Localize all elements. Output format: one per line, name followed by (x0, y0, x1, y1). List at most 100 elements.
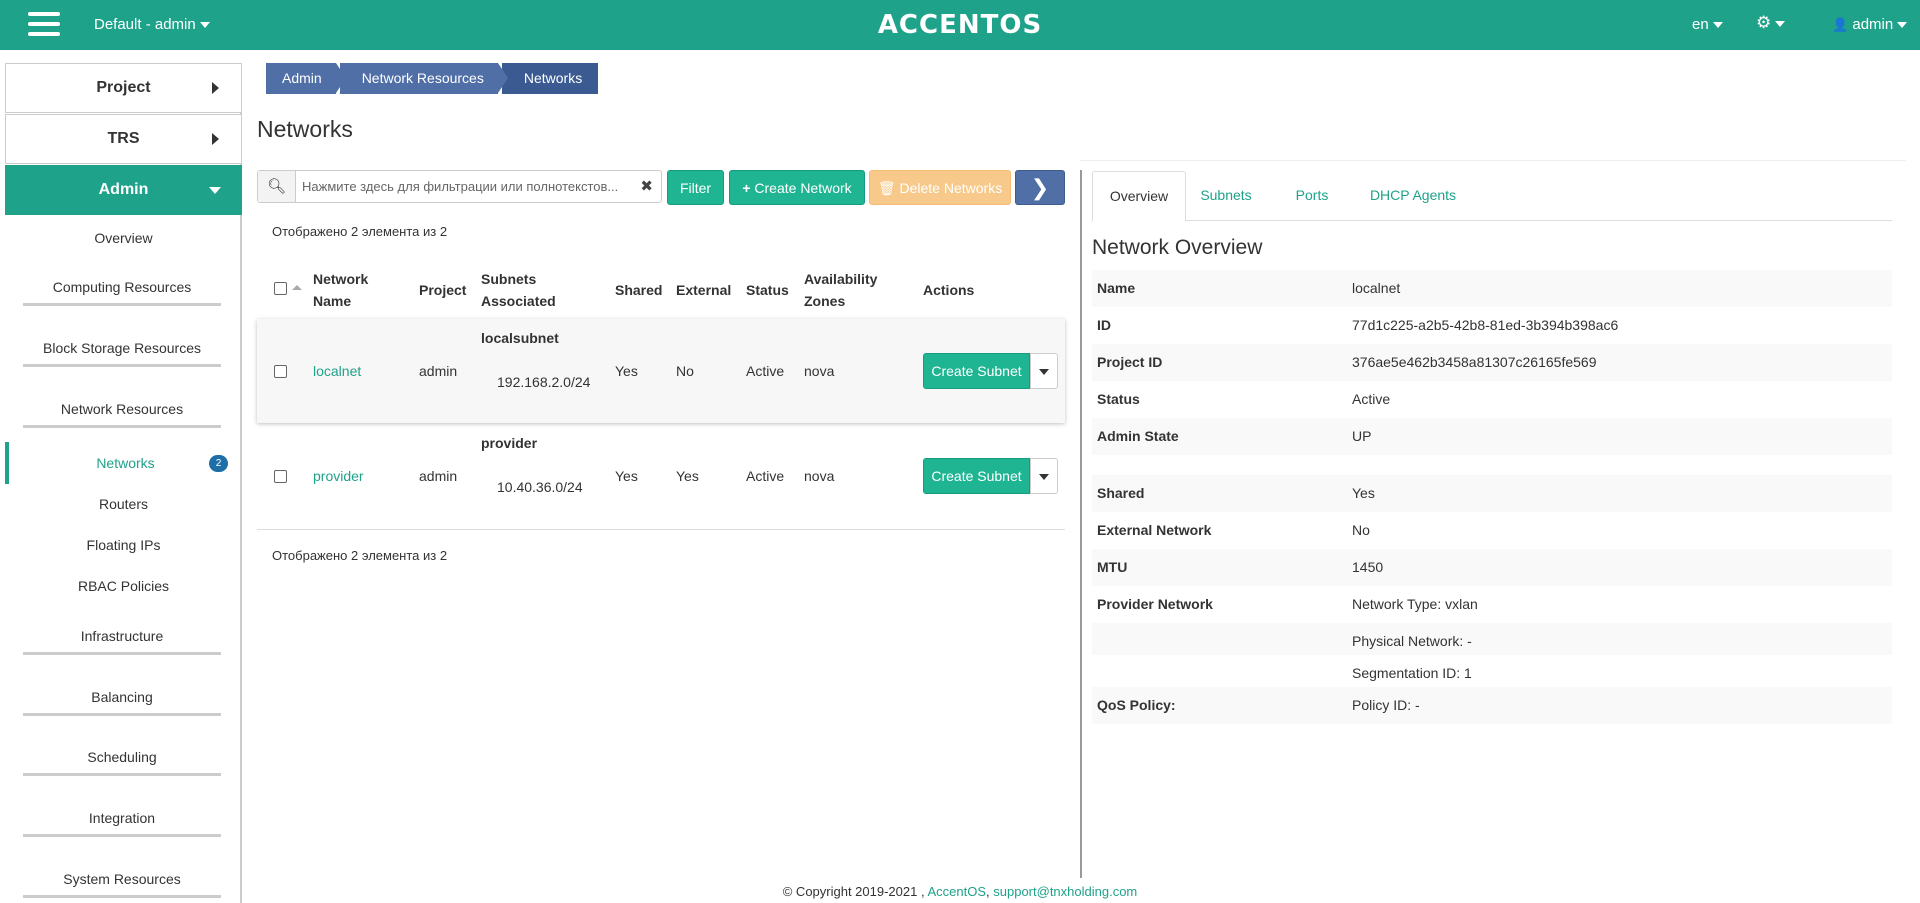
detail-key: External Network (1097, 522, 1212, 538)
plus-icon: + (742, 180, 751, 196)
top-navbar: Default - admin ACCENTOS en ⚙ 👤 admin (0, 0, 1920, 50)
breadcrumb: Admin Network Resources Networks (266, 63, 602, 94)
create-network-label: Create Network (754, 180, 852, 196)
project-cell: admin (419, 468, 458, 484)
column-header-project[interactable]: Project (419, 279, 466, 301)
tab-ports[interactable]: Ports (1288, 171, 1336, 221)
sidebar-section-trs[interactable]: TRS (5, 114, 242, 164)
column-header-subnets[interactable]: Subnets Associated (481, 268, 556, 312)
project-cell: admin (419, 363, 458, 379)
sidebar-item-block-storage[interactable]: Block Storage Resources (23, 340, 221, 367)
sidebar-item-label: Networks (96, 455, 155, 471)
create-subnet-button[interactable]: Create Subnet (923, 458, 1030, 494)
column-header-status[interactable]: Status (746, 279, 789, 301)
detail-row: Project ID 376ae5e462b3458a81307c26165fe5… (1092, 344, 1892, 381)
sidebar-section-project[interactable]: Project (5, 63, 242, 113)
table-row: localnet admin localsubnet 192.168.2.0/2… (257, 319, 1065, 423)
detail-value: Segmentation ID: 1 (1352, 665, 1472, 681)
menu-toggle-icon[interactable] (28, 12, 60, 38)
detail-row: ID 77d1c225-a2b5-42b8-81ed-3b394b398ac6 (1092, 307, 1892, 344)
item-count-bottom: Отображено 2 элемента из 2 (272, 548, 448, 563)
chevron-right-icon (212, 133, 219, 145)
detail-key: Name (1097, 280, 1136, 296)
sidebar-item-infrastructure[interactable]: Infrastructure (23, 628, 221, 655)
search-input[interactable] (302, 176, 627, 197)
create-network-button[interactable]: + Create Network (729, 170, 865, 205)
detail-key: Provider Network (1097, 596, 1213, 612)
chevron-down-icon (1775, 20, 1786, 27)
detail-value: Active (1352, 391, 1391, 407)
tab-subnets[interactable]: Subnets (1192, 171, 1260, 221)
detail-value: Policy ID: - (1352, 697, 1420, 713)
sidebar-item-networks[interactable]: Networks 2 (5, 442, 242, 484)
brand-link[interactable]: AccentOS (927, 884, 986, 899)
project-selector[interactable]: Default - admin (94, 16, 210, 33)
detail-row: Provider Network Network Type: vxlan (1092, 586, 1892, 623)
delete-networks-label: Delete Networks (899, 180, 1003, 196)
detail-value: UP (1352, 428, 1372, 444)
sidebar-item-network-resources[interactable]: Network Resources (23, 401, 221, 428)
chevron-right-icon: ❯ (1030, 175, 1050, 200)
row-checkbox[interactable] (274, 365, 287, 378)
breadcrumb-networks[interactable]: Networks (501, 63, 599, 94)
more-actions-dropdown[interactable] (1030, 458, 1058, 494)
detail-key: QoS Policy: (1097, 697, 1176, 713)
subnet-name: localsubnet (481, 330, 559, 346)
search-icon[interactable]: 🔍︎ (258, 171, 296, 202)
column-header-network-name[interactable]: Network Name (313, 268, 368, 312)
subnet-cidr: 10.40.36.0/24 (497, 479, 583, 495)
sidebar-item-balancing[interactable]: Balancing (23, 689, 221, 716)
breadcrumb-network-resources[interactable]: Network Resources (339, 63, 509, 94)
az-cell: nova (804, 363, 835, 379)
header-line: Zones (804, 293, 846, 309)
column-header-external[interactable]: External (676, 279, 731, 301)
detail-value: Yes (1352, 485, 1375, 501)
subnet-name: provider (481, 435, 538, 451)
sidebar-section-label: Project (96, 79, 151, 96)
filter-button[interactable]: Filter (667, 170, 724, 205)
sidebar-item-routers[interactable]: Routers (5, 496, 242, 512)
column-header-shared[interactable]: Shared (615, 279, 662, 301)
row-checkbox[interactable] (274, 470, 287, 483)
sidebar-section-label: TRS (107, 130, 140, 147)
tab-dhcp-agents[interactable]: DHCP Agents (1363, 171, 1463, 221)
clear-icon[interactable]: ✖ (640, 177, 653, 195)
detail-key: MTU (1097, 559, 1128, 575)
item-count: Отображено 2 элемента из 2 (272, 224, 448, 239)
detail-key: Project ID (1097, 354, 1163, 370)
breadcrumb-admin[interactable]: Admin (266, 63, 346, 94)
select-all-checkbox[interactable] (274, 282, 287, 295)
count-badge: 2 (209, 455, 228, 472)
sidebar-item-overview[interactable]: Overview (5, 230, 242, 246)
sidebar-item-integration[interactable]: Integration (23, 810, 221, 837)
sidebar-item-floating-ips[interactable]: Floating IPs (5, 537, 242, 553)
next-arrow-button[interactable]: ❯ (1015, 170, 1065, 205)
sort-icon[interactable] (292, 285, 302, 290)
settings-menu[interactable]: ⚙ (1756, 13, 1786, 33)
delete-networks-button[interactable]: 🗑 Delete Networks (869, 170, 1011, 205)
support-email-link[interactable]: support@tnxholding.com (993, 884, 1137, 899)
chevron-down-icon (199, 22, 210, 29)
create-subnet-button[interactable]: Create Subnet (923, 353, 1030, 389)
more-actions-dropdown[interactable] (1030, 353, 1058, 389)
trash-icon: 🗑 (877, 180, 896, 196)
network-name-link[interactable]: provider (313, 468, 364, 484)
detail-row: Shared Yes (1092, 475, 1892, 512)
search-box: 🔍︎ ✖ (257, 170, 662, 203)
network-name-link[interactable]: localnet (313, 363, 361, 379)
tab-overview[interactable]: Overview (1092, 171, 1186, 222)
detail-row: External Network No (1092, 512, 1892, 549)
detail-key: Status (1097, 391, 1140, 407)
header-line: Name (313, 293, 352, 309)
sidebar-item-rbac-policies[interactable]: RBAC Policies (5, 578, 242, 594)
sidebar-section-admin[interactable]: Admin (5, 165, 242, 215)
detail-row: QoS Policy: Policy ID: - (1092, 687, 1892, 724)
detail-tabs: Overview Subnets Ports DHCP Agents (1092, 171, 1892, 222)
footer-separator: , (986, 884, 990, 899)
detail-value: 376ae5e462b3458a81307c26165fe569 (1352, 354, 1597, 370)
sidebar-item-computing-resources[interactable]: Computing Resources (23, 279, 221, 306)
language-selector[interactable]: en (1692, 16, 1723, 33)
column-header-availability-zones[interactable]: Availability Zones (804, 268, 877, 312)
user-menu[interactable]: 👤 admin (1832, 16, 1908, 33)
sidebar-item-scheduling[interactable]: Scheduling (23, 749, 221, 776)
